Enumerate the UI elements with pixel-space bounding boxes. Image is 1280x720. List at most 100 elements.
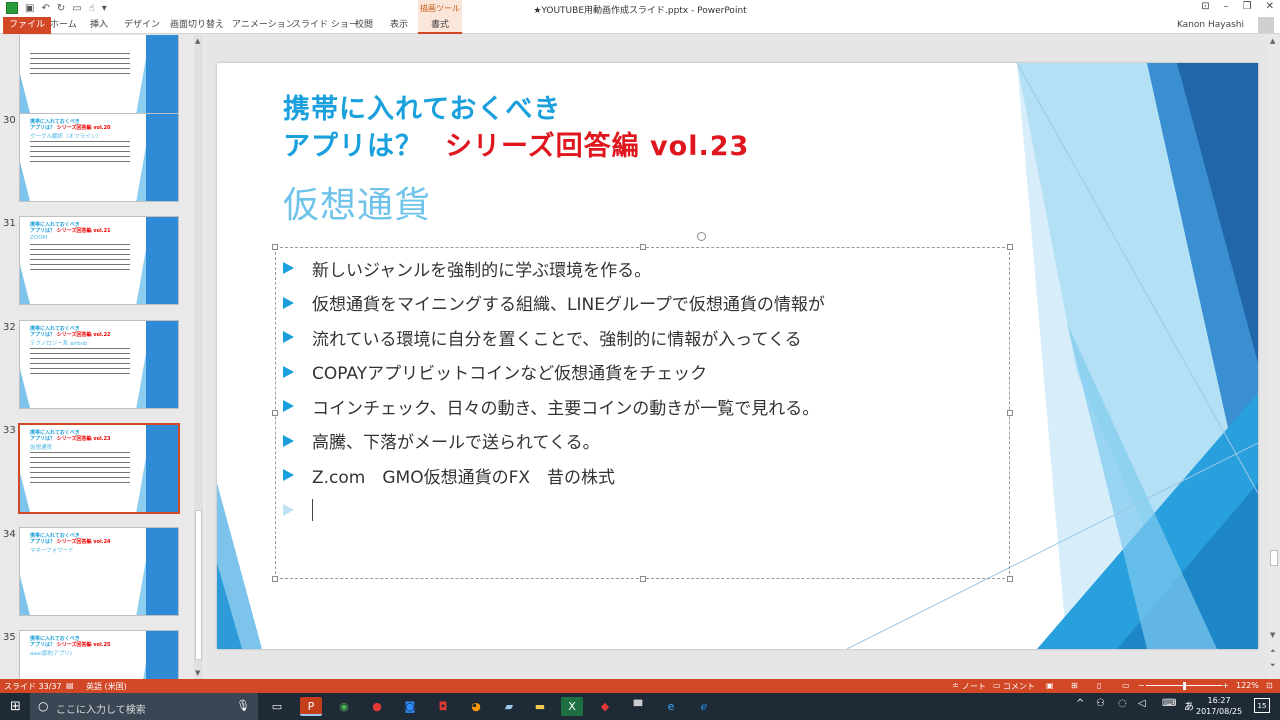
taskbar-search-box[interactable]: ○ ここに入力して検索 🎙	[30, 693, 258, 720]
slide-thumbnail[interactable]: 携帯に入れておくべき アプリは？ シリーズ回答編 vol.21 ZOOM	[19, 216, 179, 305]
bullet-list[interactable]: 新しいジャンルを強制的に学ぶ環境を作る。 仮想通貨をマイニングする組織、LINE…	[283, 251, 983, 527]
file-explorer-icon[interactable]: ▬	[529, 697, 551, 716]
tab-slideshow[interactable]: スライド ショー	[292, 17, 358, 34]
taskbar-clock[interactable]: 16:27 2017/08/25	[1196, 695, 1242, 717]
ribbon-tabs: ファイル ホーム 挿入 デザイン 画面切り替え アニメーション スライド ショー…	[0, 17, 1280, 34]
maps-app-icon[interactable]: ◘	[432, 697, 454, 716]
thumb-decoration	[20, 73, 30, 113]
language-indicator[interactable]: 英語 (米国)	[86, 681, 127, 692]
resize-handle[interactable]	[1007, 576, 1013, 582]
comments-icon[interactable]: ▭	[993, 681, 1001, 690]
slide-title-question: アプリは？	[283, 131, 423, 162]
recorder-app-icon[interactable]: ●	[366, 697, 388, 716]
task-view-icon[interactable]: ▭	[266, 697, 288, 716]
fit-to-window-icon[interactable]: ⊡	[1266, 681, 1273, 690]
red-app-icon[interactable]: ◆	[594, 697, 616, 716]
thumb-text-lines	[30, 244, 130, 274]
zoom-slider-thumb[interactable]	[1183, 682, 1186, 690]
tab-design[interactable]: デザイン	[124, 17, 160, 34]
excel-app-icon[interactable]: X	[561, 697, 583, 716]
thumbnail-number: 30	[3, 115, 16, 126]
tab-file[interactable]: ファイル	[3, 17, 52, 34]
resize-handle[interactable]	[272, 576, 278, 582]
zoom-out-icon[interactable]: −	[1138, 681, 1145, 690]
ime-indicator[interactable]: あ	[1184, 698, 1194, 713]
media-app-icon[interactable]: ▀	[627, 697, 649, 716]
thumbnail-number: 32	[3, 322, 16, 333]
slide-thumbnail[interactable]: 携帯に入れておくべき アプリは？ シリーズ回答編 vol.25 aaa(節約アプリ)	[19, 630, 179, 679]
people-icon[interactable]: ⚇	[1096, 698, 1105, 709]
zoom-level[interactable]: 122%	[1236, 681, 1259, 690]
chrome-app-icon[interactable]: ◉	[333, 697, 355, 716]
microphone-icon[interactable]: 🎙	[236, 699, 250, 712]
notes-button[interactable]: ノート	[962, 681, 986, 692]
ribbon-display-options-icon[interactable]: ⊡	[1201, 1, 1209, 12]
reading-view-icon[interactable]: ▯	[1097, 681, 1101, 690]
zoom-in-icon[interactable]: +	[1222, 681, 1229, 690]
slide-sorter-icon[interactable]: ⊞	[1071, 681, 1078, 690]
editor-scroll-thumb[interactable]	[1270, 550, 1278, 566]
slide-canvas[interactable]: 携帯に入れておくべき アプリは？ シリーズ回答編 vol.23 仮想通貨 新しいジ…	[217, 63, 1258, 649]
normal-view-icon[interactable]: ▣	[1046, 681, 1054, 690]
resize-handle[interactable]	[272, 410, 278, 416]
keyboard-icon[interactable]: ⌨	[1162, 698, 1176, 709]
notification-center-icon[interactable]: 15	[1254, 698, 1270, 713]
network-icon[interactable]: ◌	[1118, 698, 1127, 709]
firefox-app-icon[interactable]: ◕	[465, 697, 487, 716]
thumb-subtitle: aaa(節約アプリ)	[30, 651, 72, 657]
volume-icon[interactable]: ◁	[1138, 698, 1146, 709]
user-name[interactable]: Kanon Hayashi	[1177, 20, 1244, 30]
tab-review[interactable]: 校閲	[355, 17, 373, 34]
edge-app-icon[interactable]: e	[660, 697, 682, 716]
list-item: Z.com GMO仮想通貨のFX 昔の株式	[283, 458, 983, 493]
previous-slide-icon[interactable]: ⏶	[1270, 647, 1276, 656]
slide-thumbnail[interactable]: 携帯に入れておくべき アプリは？ シリーズ回答編 vol.23 仮想通貨	[18, 423, 180, 514]
notes-app-icon[interactable]: ▰	[498, 697, 520, 716]
list-item-empty	[283, 493, 983, 528]
scroll-down-icon[interactable]: ▼	[1270, 631, 1275, 639]
thumb-title: アプリは？ シリーズ回答編 vol.20	[30, 125, 111, 131]
tab-view[interactable]: 表示	[390, 17, 408, 34]
avatar[interactable]	[1258, 17, 1274, 33]
slide-title-line2[interactable]: アプリは？ シリーズ回答編 vol.23	[283, 124, 749, 163]
spellcheck-icon[interactable]: ▤	[66, 681, 74, 690]
show-hidden-icons-icon[interactable]: ^	[1076, 698, 1084, 709]
thumb-decoration	[20, 264, 30, 304]
internet-explorer-icon[interactable]: ℯ	[693, 697, 715, 716]
windows-start-icon[interactable]: ⊞	[10, 699, 21, 714]
resize-handle[interactable]	[1007, 410, 1013, 416]
next-slide-icon[interactable]: ⏷	[1270, 661, 1276, 670]
slide-thumbnail[interactable]: 携帯に入れておくべき アプリは？ シリーズ回答編 vol.24 マネーフォワード	[19, 527, 179, 616]
notes-icon[interactable]: ≐	[952, 681, 959, 690]
slide-subtitle[interactable]: 仮想通貨	[283, 176, 431, 228]
scroll-up-icon[interactable]: ▲	[1270, 37, 1275, 45]
scroll-up-icon[interactable]: ▲	[195, 37, 200, 45]
rotate-handle[interactable]	[697, 232, 706, 241]
thumbnail-scroll-thumb[interactable]	[195, 510, 202, 660]
editor-scrollbar[interactable]: ▲ ▼ ⏶ ⏷	[1268, 35, 1280, 679]
thumbnail-number: 35	[3, 632, 16, 643]
zoom-app-icon[interactable]: ◙	[399, 697, 421, 716]
resize-handle[interactable]	[1007, 244, 1013, 250]
powerpoint-app-icon[interactable]: P	[300, 697, 322, 716]
tab-insert[interactable]: 挿入	[90, 17, 108, 34]
restore-icon[interactable]: ❐	[1243, 1, 1252, 12]
close-icon[interactable]: ✕	[1266, 1, 1274, 12]
slide-title-line1[interactable]: 携帯に入れておくべき	[283, 87, 561, 126]
tab-transitions[interactable]: 画面切り替え	[170, 17, 224, 34]
tab-format[interactable]: 書式	[418, 17, 462, 34]
thumbnail-scrollbar[interactable]: ▲ ▼	[194, 35, 203, 679]
slide-thumbnail[interactable]: 携帯に入れておくべき アプリは？ シリーズ回答編 vol.20 グーグル翻訳（オフラ…	[19, 113, 179, 202]
minimize-icon[interactable]: –	[1224, 1, 1229, 12]
scroll-down-icon[interactable]: ▼	[195, 669, 200, 677]
resize-handle[interactable]	[272, 244, 278, 250]
tab-animations[interactable]: アニメーション	[232, 17, 295, 34]
resize-handle[interactable]	[640, 576, 646, 582]
thumb-subtitle: ZOOM	[30, 235, 48, 241]
slide-thumbnail[interactable]	[19, 35, 179, 114]
resize-handle[interactable]	[640, 244, 646, 250]
comments-button[interactable]: コメント	[1003, 681, 1035, 692]
slide-thumbnail[interactable]: 携帯に入れておくべき アプリは？ シリーズ回答編 vol.22 テクノロジー系 ai…	[19, 320, 179, 409]
slideshow-view-icon[interactable]: ▭	[1122, 681, 1130, 690]
tab-home[interactable]: ホーム	[50, 17, 77, 34]
